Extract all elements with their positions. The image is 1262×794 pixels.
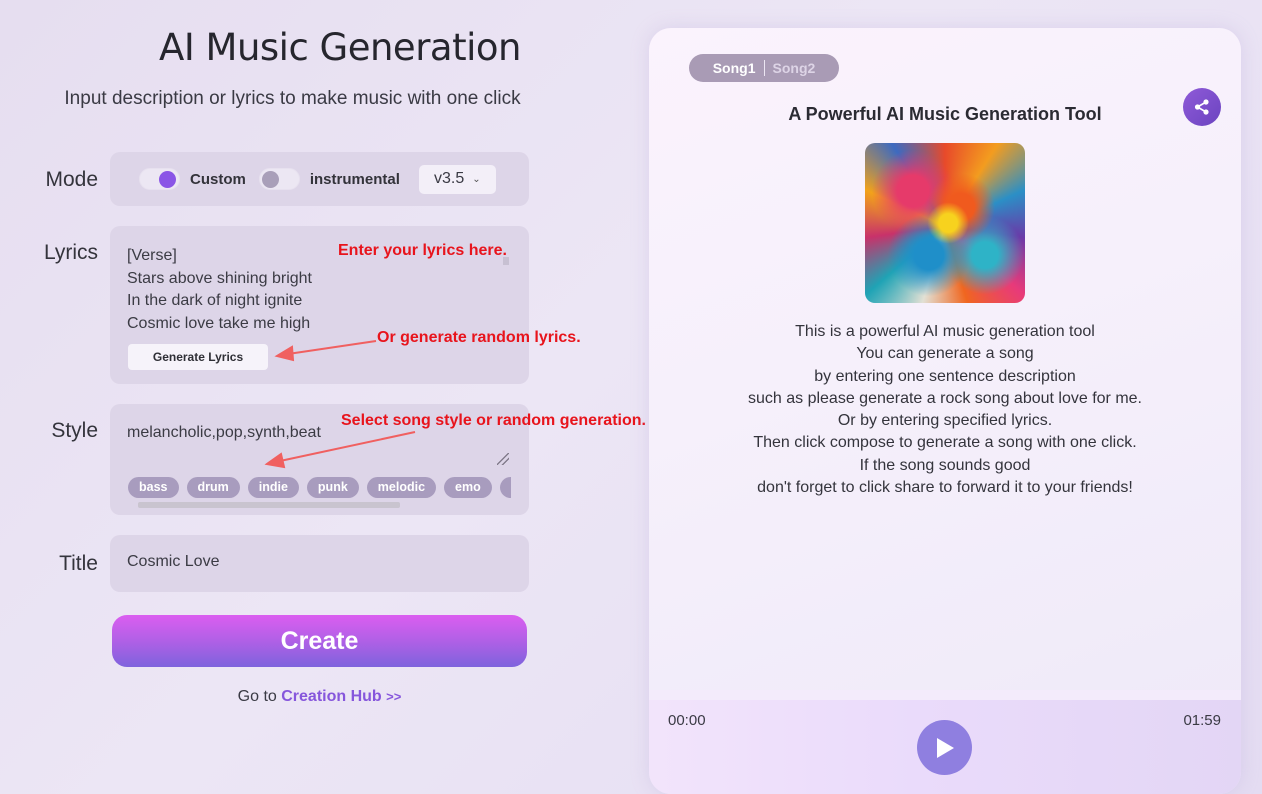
create-button[interactable]: Create bbox=[112, 615, 527, 667]
description-line: Or by entering specified lyrics. bbox=[837, 412, 1053, 430]
page-subtitle: Input description or lyrics to make musi… bbox=[64, 88, 521, 109]
generate-lyrics-button[interactable]: Generate Lyrics bbox=[128, 344, 268, 370]
double-chevron-right-icon[interactable]: >> bbox=[386, 689, 401, 704]
style-tag[interactable]: male vocals bbox=[499, 477, 511, 498]
description-line: by entering one sentence description bbox=[814, 367, 1076, 385]
creation-hub-link-text[interactable]: Creation Hub bbox=[281, 688, 381, 705]
style-tag[interactable]: emo bbox=[444, 477, 492, 498]
generate-hint-annotation: Or generate random lyrics. bbox=[377, 329, 581, 346]
title-label: Title bbox=[59, 552, 98, 575]
play-button[interactable] bbox=[917, 720, 972, 775]
style-tag[interactable]: melodic bbox=[366, 477, 437, 498]
toggle-knob bbox=[159, 171, 176, 188]
duration: 01:59 bbox=[1183, 712, 1221, 729]
tab-song2[interactable]: Song2 bbox=[765, 60, 824, 76]
page-title: AI Music Generation bbox=[159, 26, 521, 69]
instrumental-toggle-label: instrumental bbox=[309, 170, 400, 188]
progress-bar[interactable] bbox=[649, 690, 1241, 700]
creation-hub-link-row: Go to Creation Hub >> bbox=[112, 688, 527, 706]
style-tag[interactable]: bass bbox=[128, 477, 179, 498]
style-tag[interactable]: drum bbox=[186, 477, 240, 498]
title-input[interactable] bbox=[127, 553, 507, 571]
style-textarea[interactable]: melancholic,pop,synth,beat bbox=[127, 424, 321, 442]
style-tag-list: bass drum indie punk melodic emo male vo… bbox=[128, 477, 511, 499]
style-tag[interactable]: punk bbox=[306, 477, 359, 498]
tags-horizontal-scrollbar[interactable] bbox=[138, 502, 400, 508]
custom-toggle[interactable] bbox=[139, 168, 180, 190]
play-icon bbox=[936, 737, 954, 758]
lyrics-hint-annotation: Enter your lyrics here. bbox=[338, 242, 507, 259]
title-panel bbox=[110, 535, 529, 592]
audio-player: 00:00 01:59 bbox=[649, 690, 1241, 794]
current-time: 00:00 bbox=[668, 712, 706, 729]
album-cover-image bbox=[865, 143, 1025, 303]
generation-form: AI Music Generation Input description or… bbox=[0, 0, 640, 794]
style-label: Style bbox=[51, 419, 98, 442]
chevron-down-icon: ⌄ bbox=[472, 173, 481, 185]
description-line: You can generate a song bbox=[856, 345, 1034, 363]
mode-panel: Custom instrumental v3.5 ⌄ bbox=[110, 152, 529, 206]
custom-toggle-label: Custom bbox=[190, 170, 246, 188]
lyrics-label: Lyrics bbox=[43, 241, 98, 264]
tab-song1[interactable]: Song1 bbox=[705, 60, 764, 76]
mode-label: Mode bbox=[45, 168, 98, 191]
hub-link-prefix: Go to bbox=[237, 688, 277, 705]
toggle-knob bbox=[261, 171, 279, 188]
version-select[interactable]: v3.5 ⌄ bbox=[418, 164, 496, 194]
song-tabs: Song1 Song2 bbox=[689, 54, 839, 82]
style-tag[interactable]: indie bbox=[247, 477, 299, 498]
song-preview-card: Song1 Song2 A Powerful AI Music Generati… bbox=[649, 28, 1241, 794]
tool-description: This is a powerful AI music generation t… bbox=[649, 321, 1241, 499]
version-value: v3.5 bbox=[434, 170, 465, 187]
description-line: If the song sounds good bbox=[859, 456, 1031, 474]
description-line: This is a powerful AI music generation t… bbox=[795, 323, 1095, 340]
description-line: don't forget to click share to forward i… bbox=[757, 479, 1133, 497]
description-line: such as please generate a rock song abou… bbox=[747, 389, 1142, 407]
creation-hub-link[interactable]: Creation Hub >> bbox=[281, 688, 401, 705]
description-line: Then click compose to generate a song wi… bbox=[753, 434, 1137, 452]
resize-handle[interactable] bbox=[497, 453, 509, 465]
style-hint-annotation: Select song style or random generation. bbox=[341, 412, 646, 429]
card-title: A Powerful AI Music Generation Tool bbox=[788, 104, 1102, 124]
instrumental-toggle[interactable] bbox=[258, 168, 300, 190]
